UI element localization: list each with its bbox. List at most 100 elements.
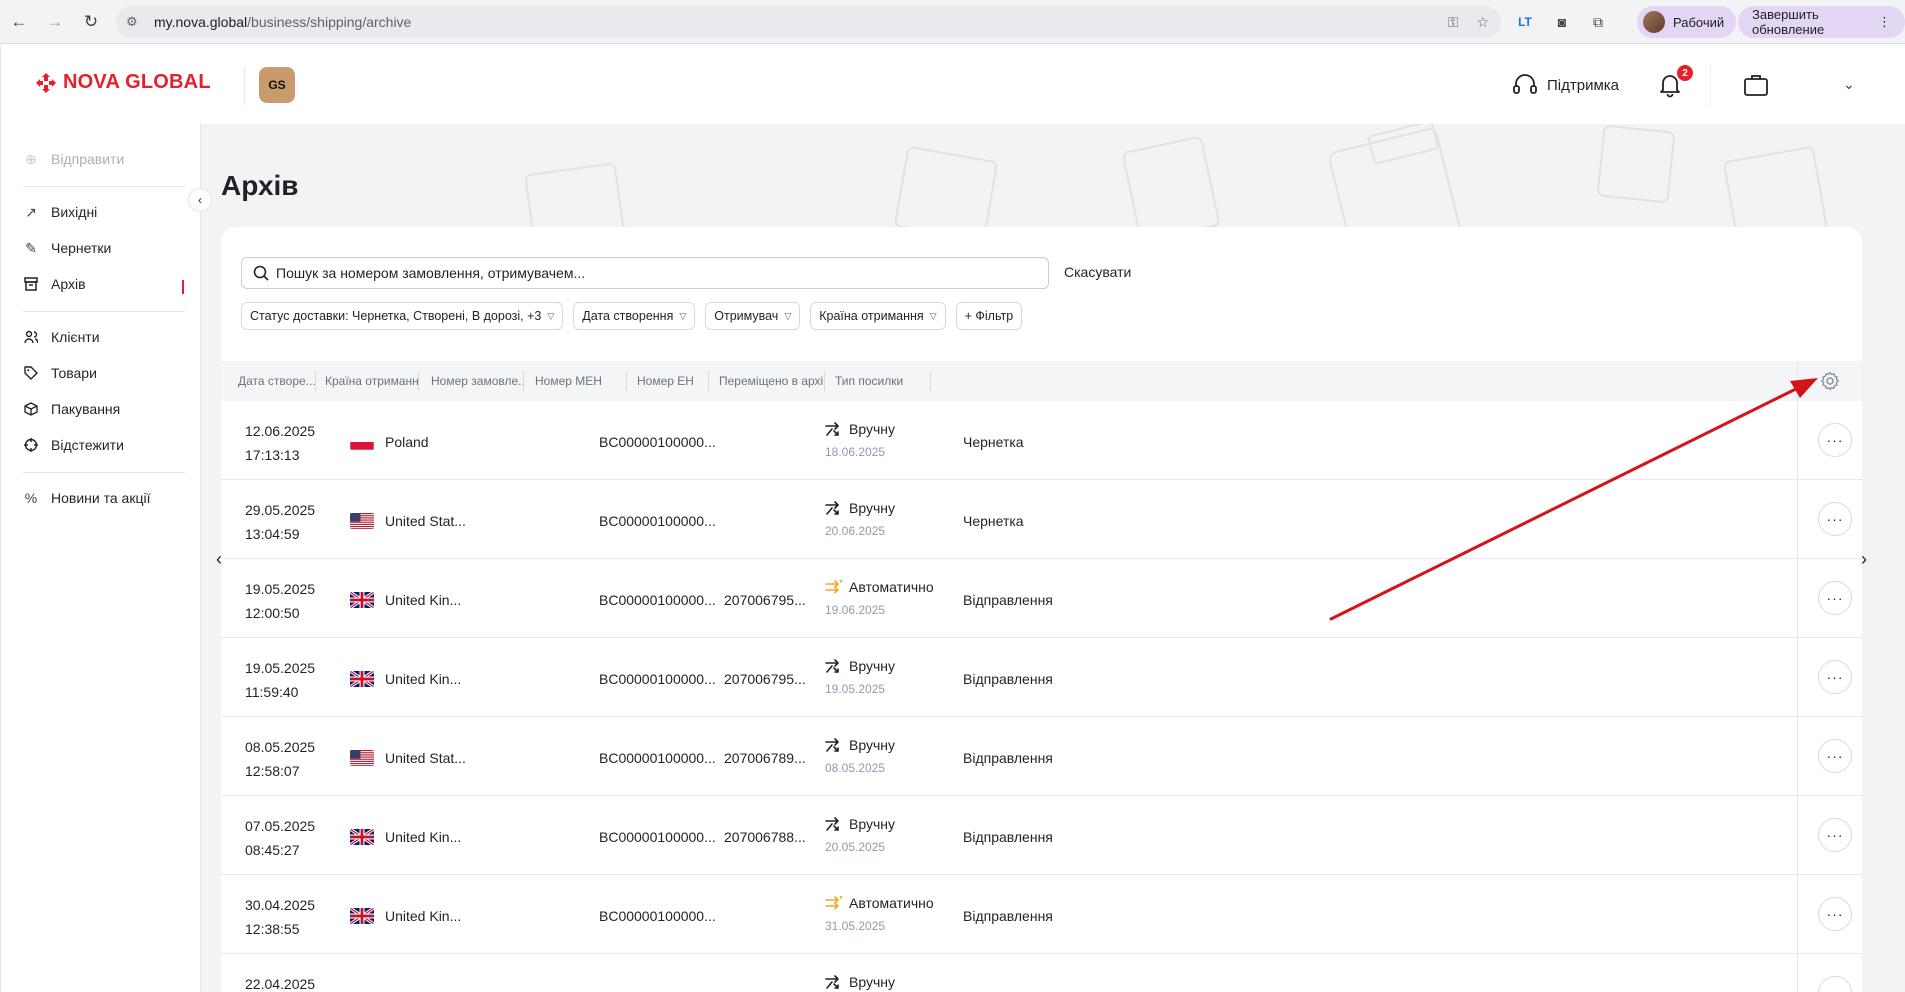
en-number: 207006788... (724, 829, 806, 845)
row-more-button[interactable]: ··· (1818, 423, 1852, 457)
more-dots-icon: ··· (1826, 432, 1844, 448)
table-row[interactable]: 22.04.2025 Вручну ··· (221, 954, 1862, 992)
parcel-type: Відправлення (963, 592, 1053, 608)
search-field[interactable] (241, 257, 1049, 289)
sidebar-item-outgoing[interactable]: ↗ Вихідні (23, 204, 98, 221)
search-icon (246, 265, 276, 281)
gear-icon[interactable] (1820, 371, 1840, 391)
reload-icon[interactable]: ↻ (74, 5, 108, 39)
flag-gb-icon (350, 671, 374, 687)
extensions-puzzle-icon[interactable]: ⧉ (1584, 8, 1612, 36)
camera-icon[interactable]: ◙ (1548, 8, 1576, 36)
column-moved-to-archive[interactable]: Переміщено в архів (709, 371, 825, 391)
column-order-number[interactable]: Номер замовле... (419, 371, 524, 391)
sidebar-item-archive[interactable]: Архів (23, 276, 86, 292)
parcel-type: Відправлення (963, 829, 1053, 845)
row-more-button[interactable]: ··· (1818, 581, 1852, 615)
scroll-left-arrow-icon[interactable]: ‹ (207, 547, 231, 571)
filter-recipient[interactable]: Отримувач ▽ (705, 302, 801, 330)
country-name: United Stat... (385, 513, 466, 529)
created-date: 08.05.2025 (245, 739, 316, 755)
flag-us-icon (350, 513, 374, 529)
filter-label: Отримувач (714, 309, 779, 323)
sidebar-item-label: Товари (51, 365, 97, 381)
row-more-button[interactable]: ··· (1818, 739, 1852, 773)
gs-badge[interactable]: GS (259, 67, 295, 103)
created-time: 12:00:50 (245, 605, 300, 621)
filter-delivery-status[interactable]: Статус доставки: Чернетка, Створені, В д… (241, 302, 564, 330)
table-row[interactable]: 30.04.2025 12:38:55 United Kin... BC0000010… (221, 875, 1862, 954)
row-more-button[interactable]: ··· (1818, 897, 1852, 931)
table-row[interactable]: 19.05.2025 11:59:40 United Kin... BC0000010… (221, 638, 1862, 717)
sidebar-item-products[interactable]: Товари (23, 365, 97, 381)
created-date: 29.05.2025 (245, 502, 316, 518)
sidebar-item-label: Вихідні (51, 204, 98, 220)
sidebar-item-label: Архів (51, 276, 86, 292)
translate-extension-icon[interactable]: LT (1511, 8, 1539, 36)
table-row[interactable]: 08.05.2025 12:58:07 United Stat... BC000001… (221, 717, 1862, 796)
created-time: 12:38:55 (245, 921, 300, 937)
back-arrow-icon[interactable]: ← (2, 5, 36, 39)
filter-created-date[interactable]: Дата створення ▽ (573, 302, 696, 330)
moved-date: 31.05.2025 (825, 919, 886, 933)
moved-method: Вручну (849, 974, 895, 990)
search-input[interactable] (276, 265, 1036, 281)
support-button[interactable]: Підтримка (1512, 73, 1619, 97)
moved-method: Вручну (849, 816, 895, 832)
nova-global-logo[interactable]: NOVA GLOBAL (35, 71, 211, 94)
mehn-number: BC00000100000... (599, 434, 716, 450)
update-button[interactable]: Завершить обновление ⋮ (1738, 6, 1905, 38)
chevron-left-icon: ‹ (198, 193, 202, 207)
profile-label: Рабочий (1673, 14, 1725, 30)
row-more-button[interactable]: ··· (1818, 502, 1852, 536)
table-row[interactable]: 19.05.2025 12:00:50 United Kin... BC0000010… (221, 559, 1862, 638)
manual-move-icon (825, 421, 843, 437)
column-created-date[interactable]: Дата створе... (221, 371, 316, 391)
sidebar-item-track[interactable]: Відстежити (23, 437, 124, 453)
app-header: NOVA GLOBAL GS Підтримка 2 ⌄ (0, 45, 1905, 124)
sidebar-divider (23, 472, 185, 473)
cancel-search-button[interactable]: Скасувати (1064, 264, 1131, 280)
site-settings-icon[interactable]: ⚙ (126, 14, 154, 30)
column-mehn-number[interactable]: Номер МЕН (524, 371, 627, 391)
table-row[interactable]: 29.05.2025 13:04:59 United Stat... BC000001… (221, 480, 1862, 559)
filter-destination-country[interactable]: Країна отримання ▽ (810, 302, 946, 330)
key-icon[interactable]: ⚿ (1448, 14, 1459, 31)
active-indicator (182, 280, 184, 294)
add-filter-button[interactable]: + Фільтр (955, 302, 1023, 330)
profile-chip[interactable]: Рабочий (1637, 6, 1737, 38)
row-more-button[interactable]: ··· (1818, 818, 1852, 852)
scroll-right-arrow-icon[interactable]: › (1852, 547, 1876, 571)
sidebar-item-packaging[interactable]: Пакування (23, 401, 120, 417)
chevron-down-icon[interactable]: ⌄ (1843, 76, 1855, 93)
row-more-button[interactable]: ··· (1818, 976, 1852, 992)
column-country[interactable]: Країна отримання (316, 371, 419, 391)
forward-arrow-icon[interactable]: → (38, 5, 72, 39)
country-name: United Kin... (385, 592, 462, 608)
sidebar-item-label: Відправити (51, 151, 125, 167)
background-illustration (524, 124, 1829, 244)
sidebar-divider (23, 311, 185, 312)
bookmark-star-icon[interactable]: ☆ (1476, 14, 1489, 31)
row-more-button[interactable]: ··· (1818, 660, 1852, 694)
chevron-down-icon: ▽ (547, 310, 555, 321)
notification-count-badge: 2 (1677, 65, 1693, 81)
sidebar-collapse-button[interactable]: ‹ (188, 188, 212, 212)
sidebar-item-label: Клієнти (51, 329, 100, 345)
header-divider (1710, 65, 1711, 107)
sidebar-item-drafts[interactable]: ✎ Чернетки (23, 240, 111, 257)
sidebar-item-news[interactable]: % Новини та акції (23, 490, 151, 506)
column-en-number[interactable]: Номер ЕН (627, 371, 709, 391)
column-parcel-type[interactable]: Тип посилки (825, 371, 931, 391)
address-bar[interactable]: ⚙ my.nova.global/business/shipping/archi… (116, 6, 1501, 38)
filter-bar: Статус доставки: Чернетка, Створені, В д… (241, 302, 1023, 330)
table-row[interactable]: 07.05.2025 08:45:27 United Kin... BC0000010… (221, 796, 1862, 875)
briefcase-icon[interactable] (1743, 73, 1769, 97)
country-name: United Kin... (385, 908, 462, 924)
table-row[interactable]: 12.06.2025 17:13:13 Poland BC00000100000...… (221, 401, 1862, 480)
sidebar-item-send[interactable]: ⊕ Відправити (23, 151, 125, 168)
parcel-type: Чернетка (963, 513, 1024, 529)
headset-icon (1513, 74, 1537, 94)
created-date: 07.05.2025 (245, 818, 316, 834)
sidebar-item-clients[interactable]: Клієнти (23, 329, 100, 345)
